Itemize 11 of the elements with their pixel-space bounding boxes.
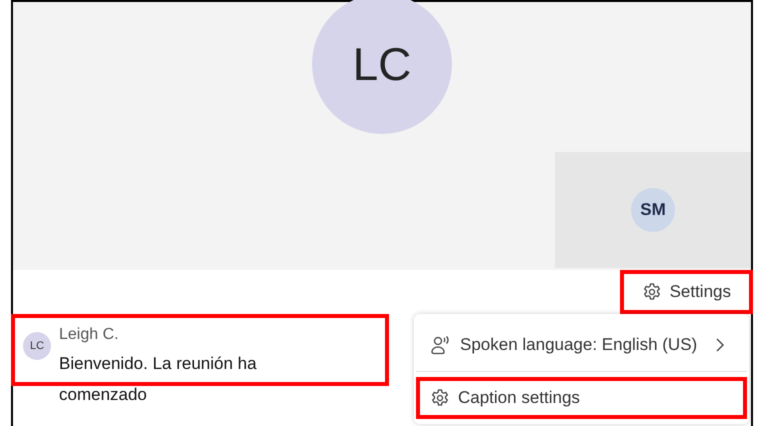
speaker-avatar: LC xyxy=(23,332,51,360)
participant-avatar: SM xyxy=(631,188,675,232)
settings-icon xyxy=(642,282,662,302)
speaker-name: Leigh C. xyxy=(59,325,120,345)
menu-item[interactable]: Spoken language: English (US) xyxy=(416,324,747,366)
menu-item[interactable]: Caption settings xyxy=(416,377,747,419)
chevron-right-icon xyxy=(715,337,726,353)
participant-avatar: LC xyxy=(312,0,452,134)
caption-text: Bienvenido. La reunión ha comenzado xyxy=(59,353,258,406)
settings-button[interactable]: Settings xyxy=(620,270,753,314)
settings-icon xyxy=(430,388,450,408)
